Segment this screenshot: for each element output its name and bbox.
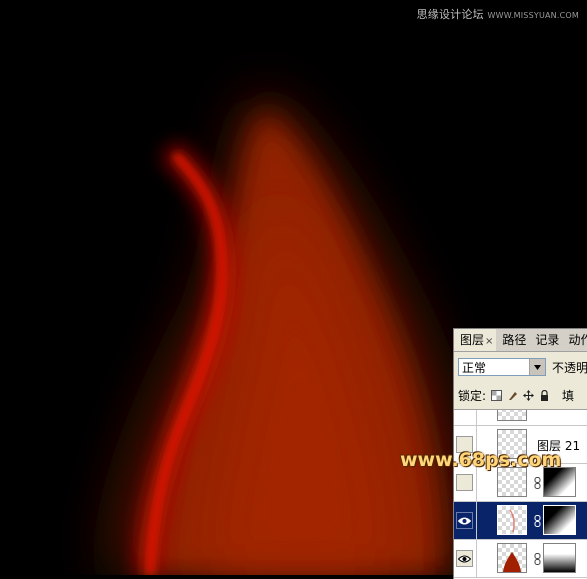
link-chain-icon[interactable] bbox=[534, 553, 541, 565]
tab-paths[interactable]: 路径 bbox=[496, 329, 529, 351]
dropdown-arrow-icon[interactable] bbox=[529, 359, 545, 375]
visibility-toggle[interactable] bbox=[456, 474, 473, 491]
layer-thumbnail bbox=[497, 505, 527, 535]
link-chain-icon[interactable] bbox=[534, 477, 541, 489]
layer-mask-thumbnail[interactable] bbox=[543, 543, 576, 573]
blend-row: 正常 不透明 bbox=[458, 357, 587, 377]
tab-layers-label: 图层 bbox=[460, 333, 485, 347]
watermark-site: www.68ps.com bbox=[400, 449, 562, 471]
layer-row[interactable] bbox=[454, 540, 587, 578]
tab-actions[interactable]: 动作 bbox=[562, 329, 587, 351]
visibility-toggle[interactable] bbox=[456, 550, 473, 567]
blend-mode-select[interactable]: 正常 bbox=[458, 358, 546, 376]
watermark-top: 思缘设计论坛 WWW.MISSYUAN.COM bbox=[417, 6, 579, 22]
lock-transparency-icon[interactable] bbox=[491, 389, 503, 401]
watermark-top-cn: 思缘设计论坛 bbox=[416, 8, 484, 21]
visibility-toggle[interactable] bbox=[456, 512, 473, 529]
panel-tabs: 图层× 路径 记录 动作 bbox=[454, 329, 587, 352]
tab-history[interactable]: 记录 bbox=[529, 329, 562, 351]
lock-pixels-icon[interactable] bbox=[507, 390, 518, 401]
eye-icon bbox=[458, 555, 471, 562]
lock-row: 锁定: 填 bbox=[458, 385, 587, 405]
eye-separator bbox=[476, 502, 477, 539]
layer-list: 图层 21 bbox=[454, 409, 587, 579]
blend-mode-value: 正常 bbox=[462, 360, 487, 375]
layer-mask-thumbnail[interactable] bbox=[543, 505, 576, 535]
eye-icon bbox=[458, 517, 471, 524]
close-icon[interactable]: × bbox=[485, 336, 493, 347]
layer-thumbnail bbox=[497, 467, 527, 497]
lock-all-icon[interactable] bbox=[539, 389, 550, 401]
eye-separator bbox=[476, 540, 477, 577]
lock-label: 锁定: bbox=[458, 388, 487, 403]
lock-position-icon[interactable] bbox=[523, 389, 535, 401]
fill-label: 填 bbox=[562, 388, 575, 403]
eye-separator bbox=[476, 410, 477, 425]
layer-mask-thumbnail[interactable] bbox=[543, 467, 576, 497]
watermark-top-url: WWW.MISSYUAN.COM bbox=[487, 11, 579, 20]
opacity-label: 不透明 bbox=[552, 360, 587, 375]
tab-layers[interactable]: 图层× bbox=[454, 329, 497, 351]
layer-row-selected[interactable] bbox=[454, 502, 587, 540]
layer-row[interactable] bbox=[454, 410, 587, 426]
layer-thumbnail bbox=[497, 543, 527, 573]
link-chain-icon[interactable] bbox=[534, 515, 541, 527]
layer-thumbnail bbox=[497, 410, 527, 421]
